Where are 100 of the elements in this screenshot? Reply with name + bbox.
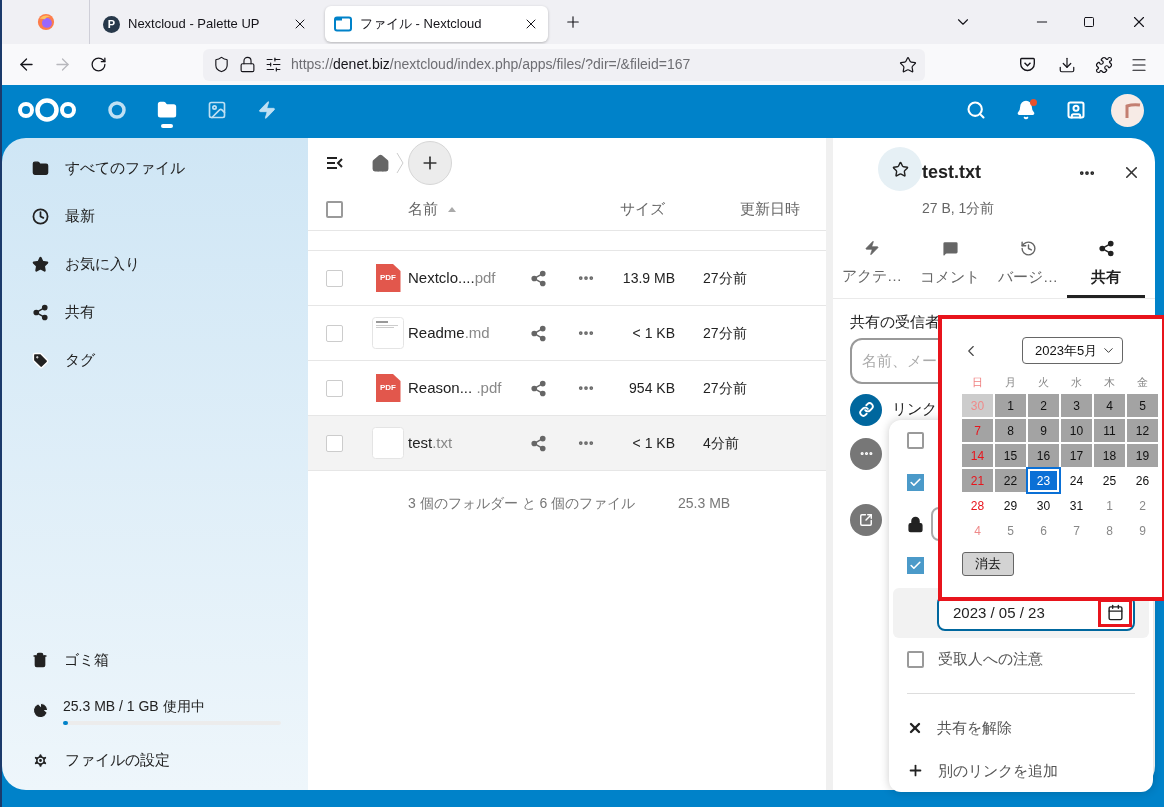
extensions-icon[interactable] (1095, 55, 1113, 74)
folder-icon[interactable] (157, 100, 177, 120)
browser-tab[interactable]: ファイル - Nextcloud (325, 6, 548, 42)
tag-icon (32, 351, 49, 369)
calendar-day: 17 (1061, 444, 1092, 467)
weekday-label: 水 (1070, 374, 1083, 390)
calendar-day: 4 (1094, 394, 1125, 417)
nav-item[interactable]: 共有 (2, 288, 308, 336)
contacts-icon[interactable] (1066, 100, 1086, 120)
field-label: 共有の受信者 (850, 312, 941, 332)
calendar-day[interactable]: 6 (1028, 519, 1059, 542)
calendar-day[interactable]: 7 (1061, 519, 1092, 542)
weekday-label: 木 (1103, 374, 1116, 390)
share-icon (32, 303, 49, 321)
nav-item[interactable]: ゴミ箱 (2, 636, 308, 684)
calendar-day[interactable]: 2 (1127, 494, 1158, 517)
calendar-day[interactable]: 31 (1061, 494, 1092, 517)
share-icon[interactable] (530, 324, 547, 342)
checkbox-label[interactable]: 受取人への注意 (938, 648, 1043, 671)
share-icon[interactable] (530, 269, 547, 287)
calendar-day[interactable]: 1 (1094, 494, 1125, 517)
file-name[interactable]: Reason... .pdf (408, 376, 523, 400)
external-link-button[interactable] (850, 503, 882, 536)
row-checkbox[interactable] (326, 324, 343, 342)
calendar-day[interactable]: 30 (1028, 494, 1059, 517)
calendar-day[interactable]: 28 (962, 494, 993, 517)
settings-icon (32, 751, 49, 769)
collapse-sidebar-icon[interactable] (326, 156, 343, 170)
checkbox[interactable] (907, 651, 924, 668)
file-name[interactable]: test.txt (408, 431, 523, 455)
favorite-button[interactable] (878, 147, 922, 191)
pocket-icon[interactable] (1019, 56, 1036, 73)
checkbox[interactable] (907, 432, 924, 450)
reload-icon[interactable] (90, 56, 107, 73)
nav-item[interactable]: 最新 (2, 192, 308, 240)
address-bar[interactable]: https://denet.biz/nextcloud/index.php/apps/files/?dir=/&fileid=167 (203, 48, 925, 81)
nav-item[interactable]: ファイルの設定 (2, 736, 308, 784)
detail-tab[interactable]: アクテ… (833, 240, 911, 298)
detail-tab[interactable]: コメント (911, 240, 989, 298)
document-thumbnail-icon (372, 317, 404, 349)
menu-item[interactable]: 共有を解除 (937, 717, 1012, 740)
lightning-icon (864, 240, 880, 256)
calendar-day[interactable]: 23 (1028, 469, 1059, 492)
checkbox[interactable] (907, 557, 924, 575)
browser-logo-icon[interactable] (36, 13, 55, 31)
calendar-day[interactable]: 8 (1094, 519, 1125, 542)
folder-icon (334, 16, 352, 32)
calendar-day: 12 (1127, 419, 1158, 442)
share-icon[interactable] (530, 379, 547, 397)
home-icon[interactable] (371, 153, 390, 173)
folder-icon (32, 159, 49, 177)
search-icon[interactable] (966, 100, 986, 120)
calendar-day[interactable]: 25 (1094, 469, 1125, 492)
nav-item[interactable]: お気に入り (2, 240, 308, 288)
column-header[interactable]: 名前 (408, 197, 438, 221)
calendar-day: 30 (962, 394, 993, 417)
detail-tab[interactable]: バージ… (989, 240, 1067, 298)
pdf-file-icon: PDF (375, 264, 401, 292)
row-checkbox[interactable] (326, 269, 343, 287)
lightning-icon[interactable] (257, 100, 277, 120)
image-icon[interactable] (207, 100, 227, 120)
file-name[interactable]: Readme.md (408, 321, 523, 345)
nav-item[interactable]: タグ (2, 336, 308, 384)
calendar-day[interactable]: 26 (1127, 469, 1158, 492)
more-button[interactable] (850, 437, 882, 470)
detail-tab[interactable]: 共有 (1067, 240, 1145, 298)
column-header[interactable]: サイズ (620, 197, 740, 221)
maximize-icon[interactable] (1083, 16, 1095, 28)
back-icon[interactable] (17, 55, 36, 74)
notifications-icon[interactable] (1016, 100, 1036, 120)
calendar-day: 10 (1061, 419, 1092, 442)
calendar-day[interactable]: 24 (1061, 469, 1092, 492)
calendar-day[interactable]: 9 (1127, 519, 1158, 542)
nav-item[interactable]: すべてのファイル (2, 144, 308, 192)
row-checkbox[interactable] (326, 379, 343, 397)
circle-icon[interactable] (107, 100, 127, 120)
link-icon (858, 402, 874, 417)
share-icon[interactable] (530, 434, 547, 452)
download-icon[interactable] (1058, 55, 1076, 74)
new-button[interactable] (408, 141, 452, 185)
file-size: 13.9 MB (621, 268, 675, 288)
checkbox[interactable] (907, 473, 924, 491)
new-tab-icon[interactable] (564, 13, 582, 31)
clear-button[interactable]: 消去 (962, 552, 1014, 576)
row-checkbox[interactable] (326, 434, 343, 452)
file-meta: 27 B, 1分前 (922, 199, 995, 218)
avatar[interactable] (1111, 93, 1144, 127)
calendar-day[interactable]: 5 (995, 519, 1026, 542)
calendar-day[interactable]: 29 (995, 494, 1026, 517)
browser-tab[interactable]: P Nextcloud - Palette UP (94, 6, 317, 42)
column-header[interactable]: 更新日時 (740, 197, 800, 221)
cloud-logo-icon[interactable] (16, 96, 78, 124)
star-icon (891, 160, 909, 178)
file-modified: 4分前 (703, 433, 739, 453)
menu-item[interactable]: 別のリンクを追加 (938, 759, 1058, 783)
month-select[interactable]: 2023年5月 (1022, 337, 1123, 364)
checkbox[interactable] (326, 200, 343, 218)
file-size: 954 KB (628, 378, 675, 398)
file-name[interactable]: Nextclo....pdf (408, 266, 523, 290)
history-icon (1019, 240, 1037, 257)
